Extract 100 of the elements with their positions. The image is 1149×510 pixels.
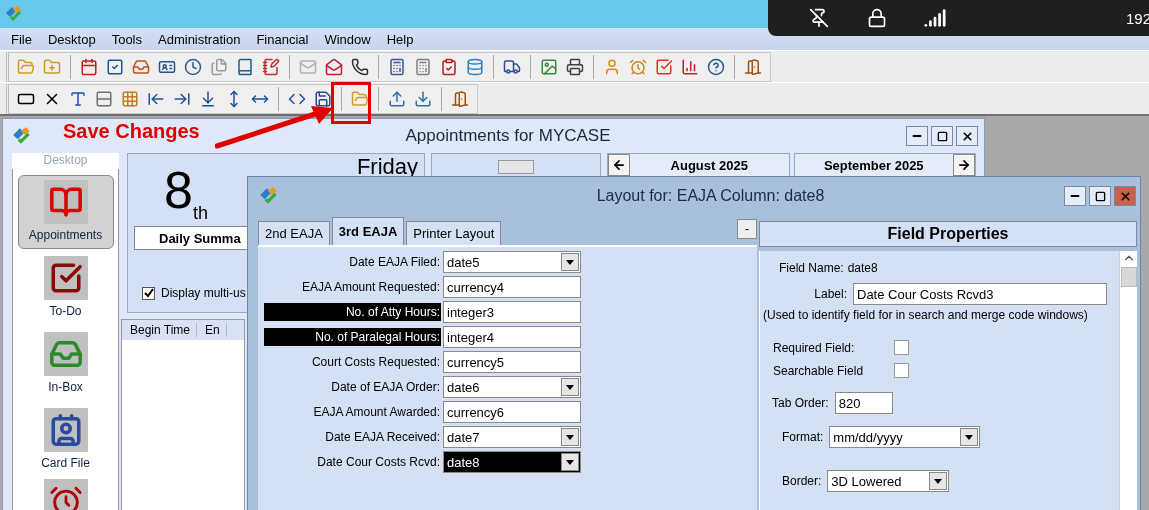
exit-door-icon[interactable] [744, 57, 762, 76]
menu-item[interactable]: Tools [103, 31, 150, 47]
picture-icon[interactable] [540, 57, 558, 76]
collapse-button[interactable]: - [737, 219, 757, 239]
tab[interactable]: 2nd EAJA [258, 221, 330, 245]
notepad-icon[interactable] [262, 57, 280, 76]
phone-icon[interactable] [351, 57, 369, 76]
letter-icon[interactable] [69, 89, 87, 108]
calendar-icon[interactable] [80, 57, 98, 76]
sidebar-item[interactable]: To-Do [17, 251, 114, 325]
sidebar-item[interactable]: Card File [17, 403, 114, 477]
alarm-icon [43, 479, 88, 510]
input-field[interactable]: currency4 [443, 276, 581, 298]
book-icon[interactable] [236, 57, 254, 76]
dropdown-label: Border: [782, 474, 822, 488]
label-caption: Label: [813, 287, 847, 301]
dropdown-field[interactable]: 3D Lowered [827, 470, 950, 492]
dropdown-field[interactable]: date8 [443, 451, 581, 473]
scroll-thumb[interactable] [1120, 267, 1137, 287]
checkbox-label: Required Field: [773, 340, 856, 355]
menu-item[interactable]: File [3, 31, 40, 47]
align-bottom-icon[interactable] [199, 89, 217, 108]
tab[interactable]: 3rd EAJA [331, 217, 405, 245]
field-icon[interactable] [95, 89, 113, 108]
input-field[interactable]: currency5 [443, 351, 581, 373]
field-label: Date EAJA Received: [324, 429, 441, 446]
sidebar-item[interactable]: In-Box [17, 327, 114, 401]
close-button[interactable] [956, 126, 978, 146]
clipboard-icon[interactable] [440, 57, 458, 76]
field-label: Date EAJA Filed: [348, 254, 441, 271]
caret-icon [566, 434, 574, 440]
weekday: Friday [356, 154, 418, 180]
close-button[interactable] [1114, 186, 1136, 206]
grid-icon[interactable] [121, 89, 139, 108]
checkbox-icon[interactable] [655, 57, 673, 76]
day-number: 8 [164, 160, 193, 220]
checkbox[interactable] [894, 363, 909, 378]
export-icon[interactable] [388, 89, 406, 108]
column-header[interactable]: Begin Time [122, 323, 198, 337]
folder-open-icon[interactable] [351, 89, 369, 108]
dropdown-field[interactable]: date5 [443, 251, 581, 273]
tab-order-label: Tab Order: [772, 396, 829, 410]
lock-icon[interactable] [867, 8, 887, 28]
book-icon [43, 180, 88, 224]
checkbox[interactable] [142, 286, 155, 300]
input-field[interactable]: integer3 [443, 301, 581, 323]
minimize-button[interactable] [906, 126, 928, 146]
help-icon[interactable] [707, 57, 725, 76]
sidebar-header: Desktop [12, 153, 119, 169]
checkbox-label: Display multi-us [161, 286, 246, 300]
menu-item[interactable]: Window [316, 31, 379, 47]
exit-door-icon[interactable] [451, 89, 469, 108]
tab-order-field[interactable]: 820 [834, 392, 893, 414]
input-field[interactable]: integer4 [443, 326, 581, 348]
bar-chart-icon[interactable] [681, 57, 699, 76]
app-logo-icon [4, 4, 24, 24]
unpin-icon[interactable] [809, 8, 829, 28]
calculator-icon[interactable] [388, 57, 406, 76]
menu-item[interactable]: Help [378, 31, 422, 47]
menu-item[interactable]: Financial [248, 31, 317, 47]
scanner-icon[interactable] [566, 57, 584, 76]
dropdown-field[interactable]: date6 [443, 376, 581, 398]
annotation-label: Save Changes [63, 120, 200, 143]
sidebar-item[interactable]: Appointments [17, 175, 114, 249]
next-month-button[interactable] [953, 154, 975, 176]
maximize-button[interactable] [1089, 186, 1111, 206]
previous-month-button[interactable] [608, 154, 630, 176]
panel-header: Field Properties [759, 221, 1137, 247]
field-label: No. of Atty Hours: [264, 303, 441, 321]
import-icon[interactable] [414, 89, 432, 108]
truck-icon[interactable] [503, 57, 521, 76]
field-label: EAJA Amount Requested: [300, 279, 441, 296]
caret-icon [965, 434, 974, 440]
tab[interactable]: Printer Layout [406, 221, 502, 245]
menu-item[interactable]: Desktop [39, 31, 104, 47]
input-field[interactable]: currency6 [443, 401, 581, 423]
highlight-frame [331, 82, 371, 124]
maximize-button[interactable] [931, 126, 953, 146]
column-header[interactable]: En [197, 323, 227, 337]
field-label: Date Cour Costs Rcvd: [316, 454, 441, 471]
minimize-button[interactable] [1064, 186, 1086, 206]
menu-item[interactable]: Administration [150, 31, 249, 47]
field-name-value: date8 [847, 261, 878, 275]
checklist-icon[interactable] [106, 57, 124, 76]
tray-icon[interactable] [132, 57, 150, 76]
help-note: (Used to identify field for in search and merge code windows) [763, 308, 1088, 322]
maximize-icon [936, 130, 948, 142]
label-field[interactable]: Date Cour Costs Rcvd3 [853, 283, 1107, 305]
maximize-icon [1094, 190, 1106, 202]
calculator-icon[interactable] [414, 57, 432, 76]
database-icon[interactable] [466, 57, 484, 76]
email-icon[interactable] [325, 57, 343, 76]
checkbox[interactable] [894, 340, 909, 355]
clock-icon[interactable] [184, 57, 202, 76]
dialog-title: Layout for: EAJA Column: date8 [596, 187, 825, 205]
field-name-label: Field Name: [779, 261, 844, 275]
scrollbar[interactable] [1119, 251, 1137, 510]
dropdown-field[interactable]: mm/dd/yyyy [829, 426, 981, 448]
save-icon[interactable] [314, 89, 332, 108]
dropdown-field[interactable]: date7 [443, 426, 581, 448]
